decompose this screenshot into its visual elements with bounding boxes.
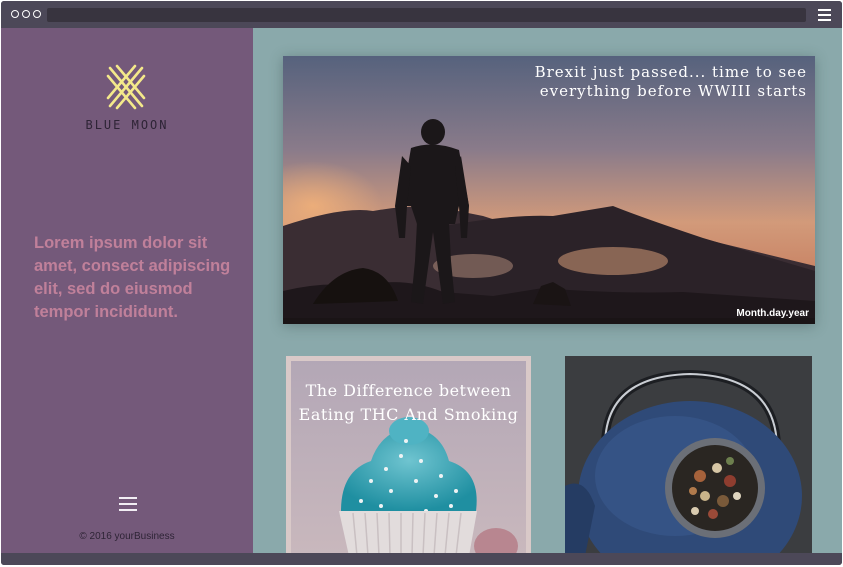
teapot-photo-card[interactable] — [565, 356, 812, 556]
window-dot-icon[interactable] — [22, 10, 30, 18]
brand-name[interactable]: BLUE MOON — [1, 118, 253, 132]
browser-window: BLUE MOON Lorem ipsum dolor sit amet, co… — [1, 1, 842, 565]
hamburger-menu-icon[interactable] — [818, 9, 831, 21]
window-dot-icon[interactable] — [11, 10, 19, 18]
card-title[interactable]: The Difference between Eating THC And Sm… — [291, 379, 526, 427]
hero-post-card[interactable]: Brexit just passed... time to see everyt… — [283, 56, 815, 324]
sidebar: BLUE MOON Lorem ipsum dolor sit amet, co… — [1, 28, 253, 553]
crossed-stitch-logo-icon[interactable] — [106, 64, 146, 110]
browser-top-bar — [1, 1, 842, 28]
hero-date: Month.day.year — [736, 308, 809, 319]
article-card[interactable]: The Difference between Eating THC And Sm… — [286, 356, 531, 556]
hamburger-menu-icon[interactable] — [119, 497, 137, 515]
main-content: Brexit just passed... time to see everyt… — [253, 28, 842, 556]
address-bar[interactable] — [47, 8, 806, 22]
browser-bottom-bar — [1, 553, 842, 565]
window-dot-icon[interactable] — [33, 10, 41, 18]
hero-title[interactable]: Brexit just passed... time to see everyt… — [507, 63, 807, 101]
window-controls — [11, 10, 41, 18]
sidebar-tagline: Lorem ipsum dolor sit amet, consect adip… — [34, 234, 231, 321]
teapot-photo — [565, 356, 812, 556]
copyright-text: © 2016 yourBusiness — [79, 531, 175, 542]
card-image: The Difference between Eating THC And Sm… — [291, 361, 526, 556]
